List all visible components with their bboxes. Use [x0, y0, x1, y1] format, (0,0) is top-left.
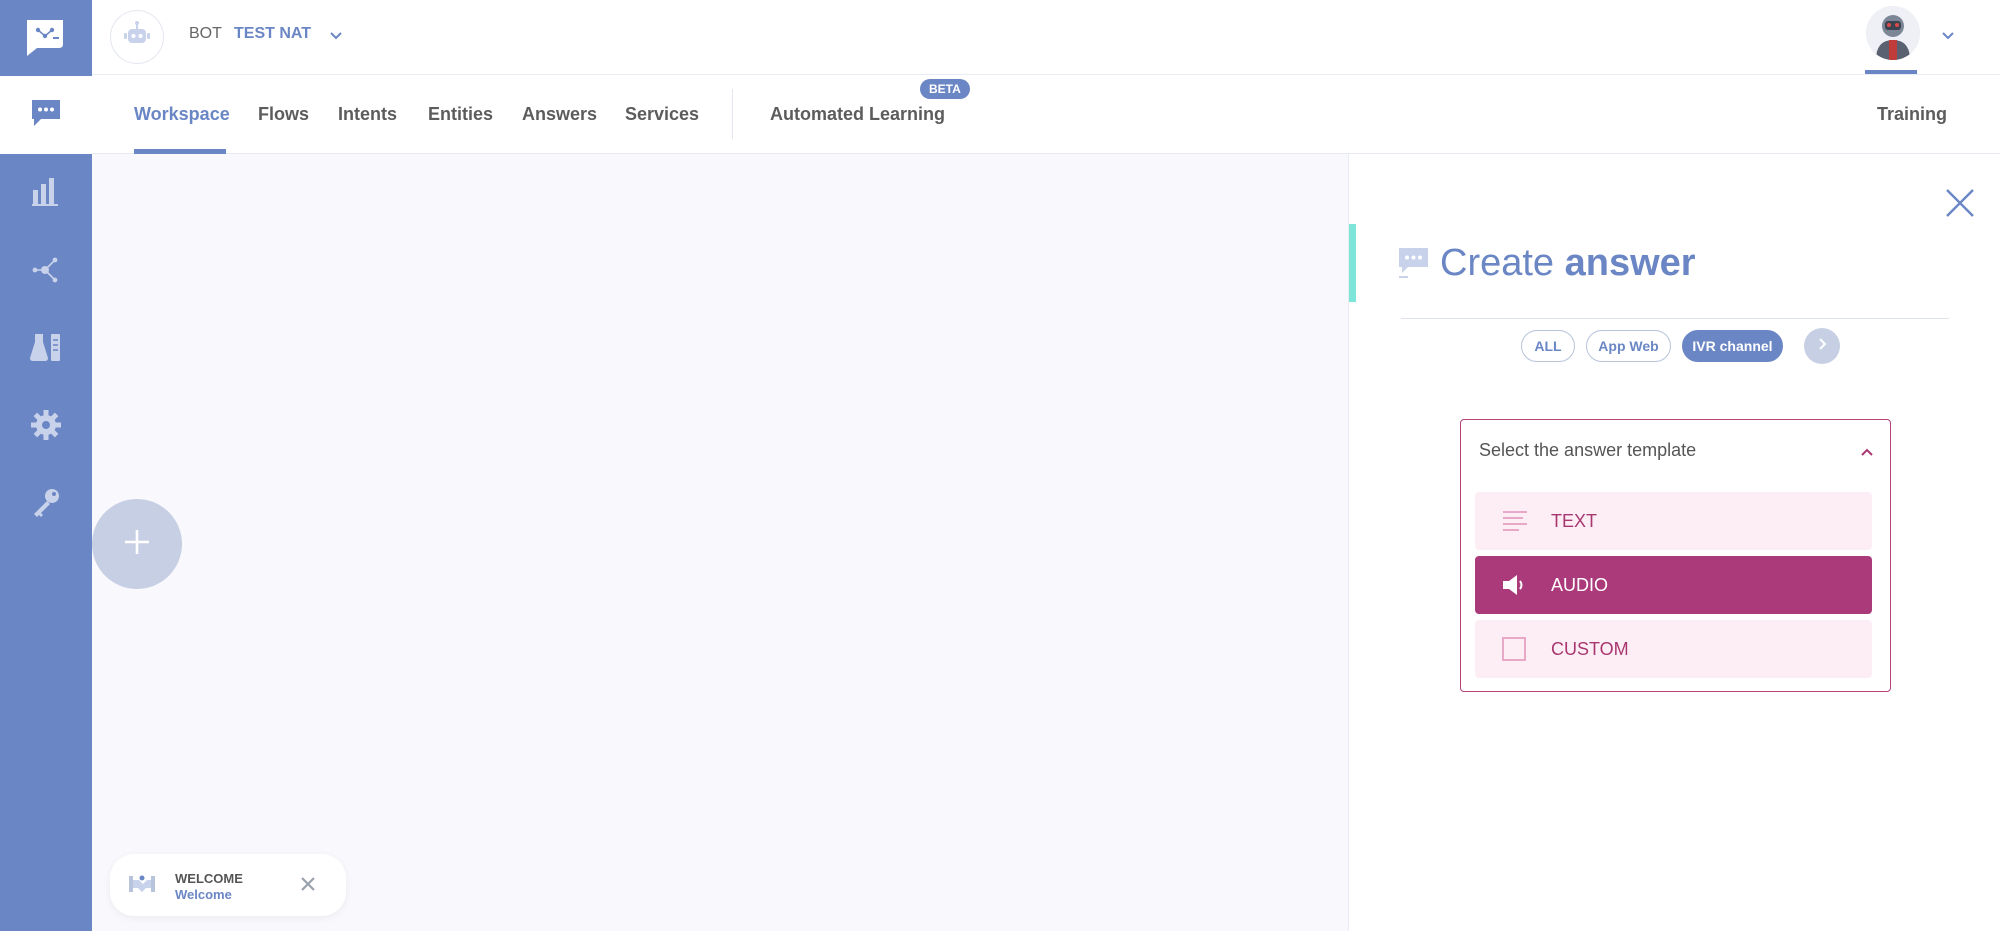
template-option-text[interactable]: TEXT [1475, 492, 1872, 550]
tab-automated-learning[interactable]: Automated Learning [770, 104, 945, 125]
add-node-button[interactable] [92, 499, 182, 589]
chat-bubble-icon [29, 96, 63, 135]
panel-title-light: Create [1440, 242, 1565, 284]
bot-avatar[interactable] [110, 10, 164, 64]
handshake-icon [128, 872, 156, 901]
template-option-audio-label: AUDIO [1551, 575, 1609, 595]
sidebar-item-analytics[interactable] [0, 154, 92, 232]
bot-name[interactable]: TEST NAT [234, 25, 311, 43]
main-nav: Workspace Flows Intents Entities Answers… [92, 75, 2000, 154]
beta-badge: BETA [920, 79, 970, 99]
close-icon[interactable] [298, 874, 318, 899]
sidebar-item-settings[interactable] [0, 388, 92, 466]
user-avatar-underline [1865, 70, 1917, 74]
sidebar-item-keys[interactable] [0, 466, 92, 544]
welcome-card-subtitle: Welcome [175, 887, 232, 902]
panel-title: Create answer [1440, 242, 1696, 285]
template-option-audio[interactable]: AUDIO [1475, 556, 1872, 614]
square-icon [1501, 637, 1529, 666]
plus-icon [122, 527, 152, 562]
panel-close-icon[interactable] [1943, 186, 1977, 225]
gear-icon [29, 408, 63, 447]
text-lines-icon [1501, 509, 1529, 538]
template-option-text-label: TEXT [1551, 511, 1598, 531]
answer-chat-icon [1397, 246, 1431, 285]
channel-chip-app-web[interactable]: App Web [1586, 330, 1671, 362]
sidebar-item-lab[interactable] [0, 310, 92, 388]
panel-title-bold: answer [1564, 242, 1696, 284]
welcome-flow-card[interactable]: WELCOME Welcome [110, 854, 346, 916]
tab-services[interactable]: Services [625, 104, 699, 125]
template-option-custom[interactable]: CUSTOM [1475, 620, 1872, 678]
create-answer-panel: Create answer ALL App Web IVR channel Se… [1348, 154, 2000, 931]
lab-flask-icon [29, 330, 63, 369]
chevron-right-icon [1815, 337, 1829, 356]
robot-icon [122, 20, 152, 55]
tab-training[interactable]: Training [1877, 104, 1947, 125]
channels-next-button[interactable] [1804, 328, 1840, 364]
workspace-canvas[interactable]: WELCOME Welcome [92, 154, 1348, 931]
sidebar-item-chat[interactable] [0, 76, 92, 154]
sidebar [0, 0, 92, 931]
tab-entities[interactable]: Entities [428, 104, 493, 125]
speaker-icon [1501, 573, 1529, 602]
user-avatar[interactable] [1866, 6, 1920, 60]
bot-selector-chevron-down-icon[interactable] [328, 28, 344, 49]
user-menu-chevron-down-icon[interactable] [1940, 28, 1956, 49]
tab-workspace[interactable]: Workspace [134, 104, 230, 125]
answer-template-select[interactable]: Select the answer template TEXT AUDIO CU… [1460, 419, 1891, 692]
template-select-label: Select the answer template [1479, 440, 1697, 460]
tab-intents[interactable]: Intents [338, 104, 397, 125]
panel-accent-bar [1349, 224, 1356, 302]
panel-separator [1401, 318, 1949, 319]
template-option-custom-label: CUSTOM [1551, 639, 1629, 659]
key-icon [29, 486, 63, 525]
network-icon [29, 252, 63, 291]
welcome-card-title: WELCOME [175, 871, 243, 886]
tab-flows[interactable]: Flows [258, 104, 309, 125]
tab-answers[interactable]: Answers [522, 104, 597, 125]
bot-label: BOT [189, 25, 222, 42]
top-header: BOT TEST NAT [92, 0, 2000, 75]
channel-chip-ivr[interactable]: IVR channel [1682, 330, 1783, 362]
channel-chip-all[interactable]: ALL [1521, 330, 1575, 362]
nav-divider [732, 89, 733, 139]
sidebar-item-network[interactable] [0, 232, 92, 310]
bar-chart-icon [29, 174, 63, 213]
app-logo-icon[interactable] [23, 16, 67, 56]
chevron-up-icon[interactable] [1859, 444, 1875, 465]
